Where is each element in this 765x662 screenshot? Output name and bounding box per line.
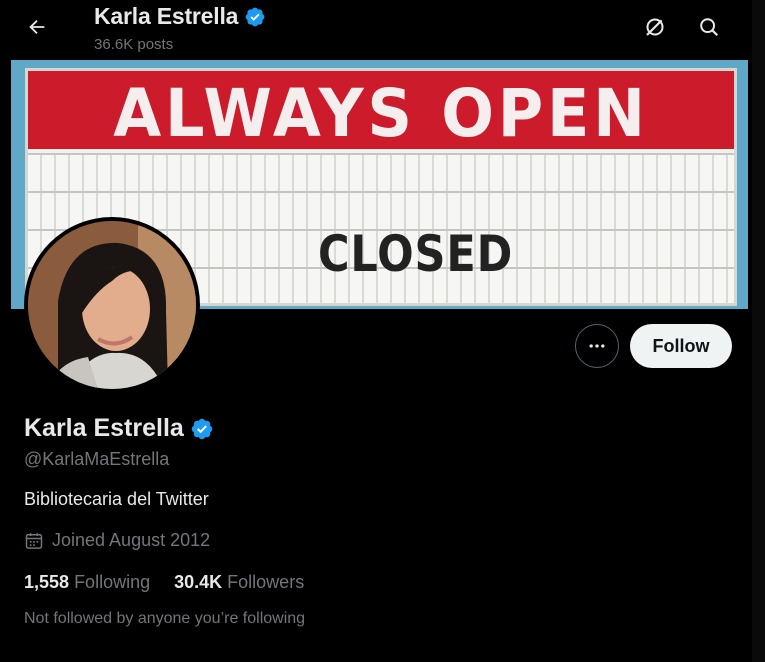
header-name: Karla Estrella [94,3,239,29]
banner-sign-top-text: ALWAYS OPEN [113,75,649,152]
grok-icon [646,17,665,36]
profile-name: Karla Estrella [24,414,184,442]
avatar-photo [28,221,196,389]
verified-badge-icon [245,7,265,26]
more-icon [589,344,605,348]
back-button[interactable] [20,10,54,44]
following-count: 1,558 [24,572,70,592]
followers-count: 30.4K [174,572,223,592]
back-arrow-icon [29,19,45,35]
followers-link[interactable]: 30.4K Followers [174,572,304,593]
right-edge-strip [752,0,765,662]
search-button[interactable] [692,10,726,44]
slat-line [28,153,734,155]
grok-button[interactable] [638,10,672,44]
slat-line [28,191,734,193]
header-name-row: Karla Estrella [94,3,266,30]
followers-label: Followers [227,572,305,592]
profile-name-row: Karla Estrella [24,414,214,443]
profile-handle: @KarlaMaEstrella [24,449,170,469]
joined-date: Joined August 2012 [52,530,211,550]
not-followed-note: Not followed by anyone you’re following [24,610,306,627]
following-label: Following [74,572,151,592]
banner-sign-red-panel: ALWAYS OPEN [28,71,734,152]
profile-header: Karla Estrella 36.6K posts [0,0,752,58]
joined-date-row: Joined August 2012 [24,530,210,551]
avatar-portrait [28,221,196,389]
banner-sign-bottom-text: CLOSED [318,225,514,283]
profile-bio: Bibliotecaria del Twitter [24,489,209,509]
verified-badge-icon[interactable] [190,417,214,441]
calendar-icon [25,532,43,549]
search-icon [700,18,719,37]
follow-button[interactable]: Follow [630,324,732,368]
more-options-button[interactable] [575,324,619,368]
following-link[interactable]: 1,558 Following [24,572,150,593]
follow-stats: 1,558 Following 30.4K Followers [24,572,304,593]
avatar[interactable] [24,217,200,393]
profile-column: Karla Estrella 36.6K posts ALWAYS OPEN C… [0,0,753,662]
header-post-count: 36.6K posts [94,36,174,53]
